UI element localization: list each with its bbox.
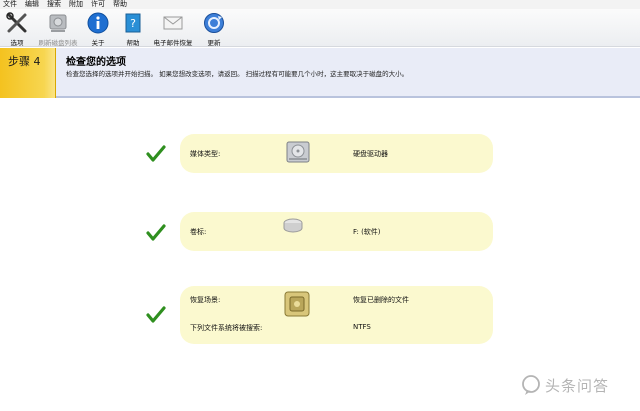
scenario-icon <box>283 290 311 322</box>
scenario-value: 恢复已删除的文件 <box>353 296 409 304</box>
refresh-disks-label: 刷新磁盘列表 <box>38 39 78 47</box>
volume-drive-icon <box>282 218 304 238</box>
hard-drive-icon <box>285 139 311 169</box>
step-indicator: 步骤 4 <box>0 48 56 98</box>
envelope-icon <box>161 11 185 35</box>
step-number: 步骤 4 <box>8 55 41 68</box>
step-title: 检查您的选项 <box>66 57 126 68</box>
media-type-panel: 媒体类型: 硬盘驱动器 <box>180 134 493 173</box>
help-button[interactable]: ? 帮助 <box>121 11 145 47</box>
menu-file[interactable]: 文件 <box>0 0 22 9</box>
volume-panel: 卷标: F: (软件) <box>180 212 493 251</box>
checkmark-icon <box>146 224 166 242</box>
menu-license[interactable]: 许可 <box>88 0 110 9</box>
info-icon <box>86 11 110 35</box>
watermark-text: 头条问答 <box>545 376 610 395</box>
refresh-disks-button[interactable]: 刷新磁盘列表 <box>36 11 80 47</box>
options-label: 选项 <box>10 39 24 47</box>
options-button[interactable]: 选项 <box>4 11 30 47</box>
email-recovery-label: 电子邮件恢复 <box>153 39 193 47</box>
menu-edit[interactable]: 编辑 <box>22 0 44 9</box>
svg-text:?: ? <box>130 17 136 30</box>
filesystems-label: 下列文件系统将被搜索: <box>190 324 263 332</box>
update-button[interactable]: 更新 <box>202 11 226 47</box>
watermark: 头条问答 <box>520 370 632 400</box>
scenario-label: 恢复场景: <box>190 296 221 304</box>
disk-list-icon <box>46 11 70 35</box>
app-window: 文件 编辑 搜索 附加 许可 帮助 选项 刷新磁盘列表 关于 ? 帮助 电子邮件… <box>0 0 640 411</box>
menu-search[interactable]: 搜索 <box>44 0 66 9</box>
toolbar: 选项 刷新磁盘列表 关于 ? 帮助 电子邮件恢复 更新 <box>0 9 640 47</box>
media-type-label: 媒体类型: <box>190 150 221 158</box>
checkmark-icon <box>146 306 166 324</box>
volume-value: F: (软件) <box>353 228 381 236</box>
email-recovery-button[interactable]: 电子邮件恢复 <box>151 11 195 47</box>
menu-addons[interactable]: 附加 <box>66 0 88 9</box>
chat-bubble-icon <box>522 375 540 395</box>
update-globe-icon <box>202 11 226 35</box>
about-button[interactable]: 关于 <box>86 11 110 47</box>
tools-icon <box>5 11 29 35</box>
menu-bar: 文件 编辑 搜索 附加 许可 帮助 <box>0 0 640 9</box>
volume-label: 卷标: <box>190 228 207 236</box>
menu-help[interactable]: 帮助 <box>110 0 132 9</box>
update-label: 更新 <box>207 39 221 47</box>
step-description: 检查您选择的选项并开始扫描。 如果您想改变选项，请返回。 扫描过程有可能要几个小… <box>66 70 409 78</box>
about-label: 关于 <box>91 39 105 47</box>
media-type-value: 硬盘驱动器 <box>353 150 388 158</box>
checkmark-icon <box>146 145 166 163</box>
filesystems-value: NTFS <box>353 323 371 331</box>
help-label: 帮助 <box>126 39 140 47</box>
help-book-icon: ? <box>121 11 145 35</box>
recovery-scenario-panel: 恢复场景: 恢复已删除的文件 下列文件系统将被搜索: NTFS <box>180 286 493 344</box>
step-header: 步骤 4 检查您的选项 检查您选择的选项并开始扫描。 如果您想改变选项，请返回。… <box>0 48 640 98</box>
